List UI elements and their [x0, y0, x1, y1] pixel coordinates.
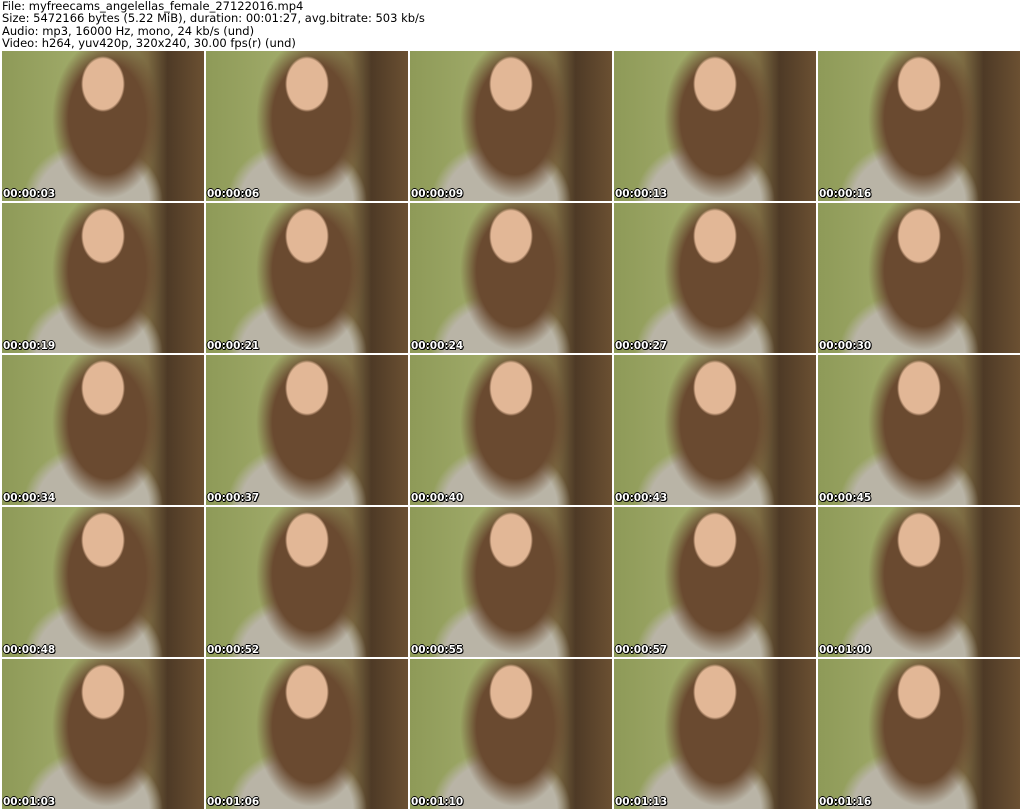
video-info: Video: h264, yuv420p, 320x240, 30.00 fps…	[2, 35, 296, 50]
video-thumbnail: 00:00:43	[614, 355, 816, 505]
timestamp-label: 00:00:57	[615, 644, 668, 656]
video-thumbnail: 00:00:09	[410, 51, 612, 201]
video-thumbnail: 00:01:13	[614, 659, 816, 809]
timestamp-label: 00:00:24	[411, 340, 464, 352]
timestamp-label: 00:00:40	[411, 492, 464, 504]
video-thumbnail: 00:00:52	[206, 507, 408, 657]
timestamp-label: 00:00:03	[3, 188, 56, 200]
video-thumbnail: 00:01:10	[410, 659, 612, 809]
timestamp-label: 00:00:09	[411, 188, 464, 200]
timestamp-label: 00:00:06	[207, 188, 260, 200]
video-thumbnail: 00:00:06	[206, 51, 408, 201]
timestamp-label: 00:00:30	[819, 340, 872, 352]
video-thumbnail: 00:00:21	[206, 203, 408, 353]
video-thumbnail: 00:00:37	[206, 355, 408, 505]
timestamp-label: 00:00:13	[615, 188, 668, 200]
video-thumbnail: 00:01:06	[206, 659, 408, 809]
timestamp-label: 00:00:19	[3, 340, 56, 352]
timestamp-label: 00:00:27	[615, 340, 668, 352]
timestamp-label: 00:00:52	[207, 644, 260, 656]
video-thumbnail: 00:00:03	[2, 51, 204, 201]
timestamp-label: 00:01:06	[207, 796, 260, 808]
timestamp-label: 00:00:43	[615, 492, 668, 504]
timestamp-label: 00:01:00	[819, 644, 872, 656]
video-thumbnail: 00:01:00	[818, 507, 1020, 657]
video-thumbnail: 00:00:19	[2, 203, 204, 353]
video-thumbnail: 00:00:40	[410, 355, 612, 505]
video-thumbnail: 00:00:30	[818, 203, 1020, 353]
timestamp-label: 00:01:13	[615, 796, 668, 808]
timestamp-label: 00:00:55	[411, 644, 464, 656]
file-info-header: File: myfreecams_angelellas_female_27122…	[2, 0, 425, 49]
video-thumbnail: 00:00:34	[2, 355, 204, 505]
video-thumbnail: 00:01:03	[2, 659, 204, 809]
video-thumbnail: 00:00:55	[410, 507, 612, 657]
timestamp-label: 00:01:03	[3, 796, 56, 808]
timestamp-label: 00:01:10	[411, 796, 464, 808]
video-thumbnail: 00:00:45	[818, 355, 1020, 505]
timestamp-label: 00:00:48	[3, 644, 56, 656]
video-thumbnail: 00:01:16	[818, 659, 1020, 809]
timestamp-label: 00:00:34	[3, 492, 56, 504]
video-thumbnail: 00:00:57	[614, 507, 816, 657]
file-size: Size: 5472166 bytes (5.22 MiB), duration…	[2, 11, 425, 26]
timestamp-label: 00:01:16	[819, 796, 872, 808]
video-thumbnail: 00:00:13	[614, 51, 816, 201]
timestamp-label: 00:00:16	[819, 188, 872, 200]
timestamp-label: 00:00:45	[819, 492, 872, 504]
video-thumbnail: 00:00:48	[2, 507, 204, 657]
video-thumbnail: 00:00:27	[614, 203, 816, 353]
timestamp-label: 00:00:21	[207, 340, 260, 352]
timestamp-label: 00:00:37	[207, 492, 260, 504]
video-thumbnail: 00:00:16	[818, 51, 1020, 201]
thumbnail-grid: 00:00:03 00:00:06 00:00:09 00:00:13 00:00:16…	[2, 51, 1020, 809]
video-thumbnail: 00:00:24	[410, 203, 612, 353]
